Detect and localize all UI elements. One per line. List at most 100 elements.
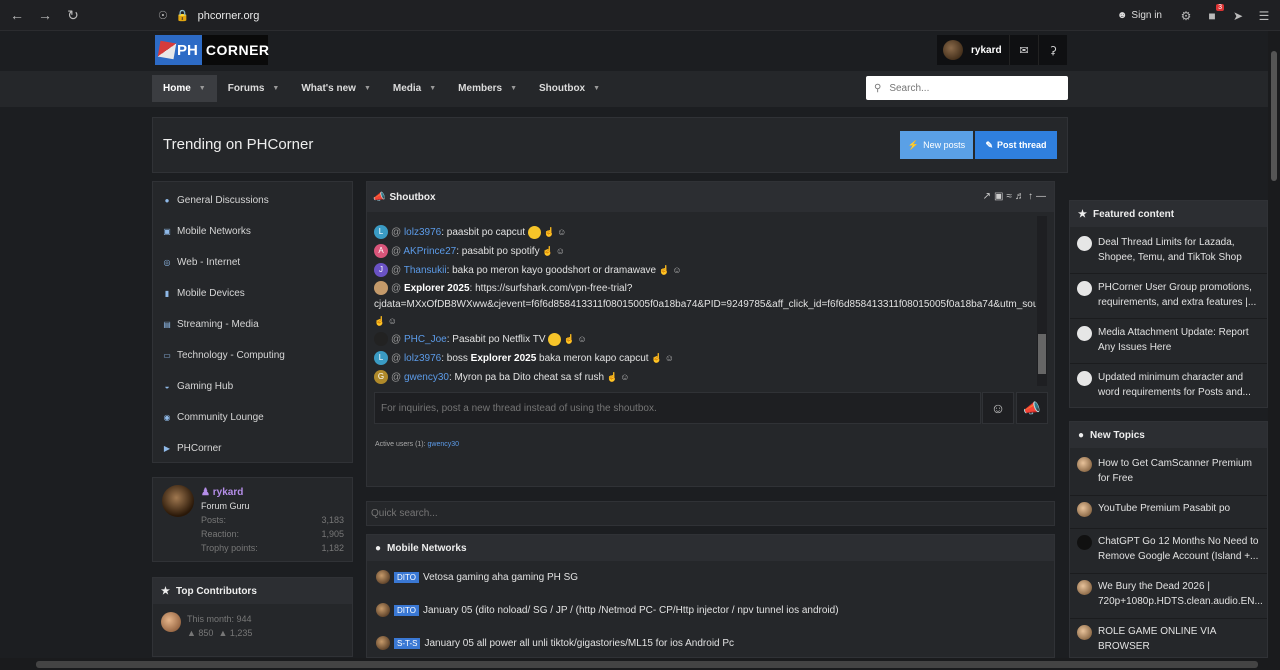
sign-in-button[interactable]: ☻ Sign in [1111,8,1168,23]
profile-name[interactable]: ♟ rykard [201,487,243,498]
new-posts-button[interactable]: ⚡ New posts [900,131,973,159]
featured-item[interactable]: Updated minimum character and word requi… [1077,370,1263,400]
search-box[interactable]: ⚲ [866,76,1068,100]
page-scrollbar-horizontal[interactable] [0,658,1280,670]
shout-username[interactable]: AKPrince27 [403,246,456,257]
avatar[interactable] [376,636,390,650]
thread-title[interactable]: January 05 all power all unli tiktok/gig… [424,638,734,649]
vpn-extension-icon[interactable]: ➤ [1230,8,1246,24]
avatar[interactable]: A [374,244,388,259]
category-item[interactable]: ▤ Streaming - Media [162,315,258,333]
thumbs-up-icon[interactable]: ☝ ☺ [540,246,565,256]
shoutbox-input-wrap[interactable] [374,392,981,424]
topic-item[interactable]: YouTube Premium Pasabit po [1077,501,1263,517]
thread-row[interactable]: DITO Vetosa gaming aha gaming PH SG [376,568,578,586]
thumbs-up-icon[interactable]: ☝ ☺ [561,334,587,344]
archive-icon[interactable]: ▣ [994,191,1003,202]
avatar[interactable]: J [374,263,388,278]
shout-username[interactable]: PHC_Joe [404,334,447,345]
thumbs-up-icon[interactable]: ☝ ☺ [604,372,630,382]
shout-button[interactable]: 📣 [1016,392,1048,424]
active-user-link[interactable]: gwency30 [428,441,460,448]
featured-item[interactable]: Media Attachment Update: Report Any Issu… [1077,325,1263,355]
shout-username[interactable]: lolz3976 [404,353,441,364]
chevron-down-icon[interactable]: ▼ [272,85,279,92]
chevron-down-icon[interactable]: ▼ [199,85,206,92]
thread-row[interactable]: S-T-S January 05 all power all unli tikto… [376,634,734,652]
contributor-row[interactable]: This month: 944 ▲ 850 ▲ 1,235 [161,612,252,640]
forward-icon[interactable]: → [34,4,56,26]
sound-icon[interactable]: ♬ [1015,191,1025,202]
scroll-thumb[interactable] [1271,51,1277,181]
page-scrollbar-vertical[interactable] [1268,31,1280,658]
category-item[interactable]: ▮ Mobile Devices [162,284,245,302]
thread-row[interactable]: DITO January 05 (dito noload/ SG / JP / (… [376,601,839,619]
shoutbox-scrollbar[interactable] [1037,216,1047,386]
chevron-down-icon[interactable]: ▼ [593,85,600,92]
scroll-thumb[interactable] [36,661,1258,668]
nav-item-forums[interactable]: Forums ▼ [217,75,291,102]
thread-prefix-badge[interactable]: S-T-S [394,637,421,649]
wifi-icon[interactable]: ≈ [1007,191,1013,202]
thread-title[interactable]: January 05 (dito noload/ SG / JP / (http… [423,605,839,616]
avatar[interactable] [162,485,194,517]
shout-mention[interactable]: Explorer 2025 [471,353,537,364]
avatar[interactable] [374,332,388,347]
category-item[interactable]: ◒ Gaming Hub [162,377,234,395]
chevron-down-icon[interactable]: ▼ [364,85,371,92]
category-item[interactable]: ▣ Mobile Networks [162,222,251,240]
shield-icon[interactable]: ☉ [158,9,168,22]
category-item[interactable]: ▶ PHCorner [162,439,222,457]
category-item[interactable]: ◉ Community Lounge [162,408,264,426]
account-menu[interactable]: rykard [937,35,1009,65]
quick-search[interactable] [366,501,1055,526]
post-thread-button[interactable]: ✎ Post thread [975,131,1057,159]
thumbs-up-icon[interactable]: ☝ ☺ [649,353,674,363]
collapse-icon[interactable]: — [1036,191,1046,202]
popout-icon[interactable]: ↗ [983,191,991,202]
bell-icon[interactable]: ⚳ [1038,35,1067,65]
shout-username[interactable]: gwency30 [404,372,449,383]
nav-item-media[interactable]: Media ▼ [382,75,447,102]
thumbs-up-icon[interactable]: ☝ ☺ [656,265,682,275]
nav-item-shoutbox[interactable]: Shoutbox ▼ [528,75,611,102]
thumbs-up-icon[interactable]: ☝ ☺ [374,316,397,326]
avatar[interactable] [374,281,388,296]
emoji-button[interactable]: ☺ [982,392,1014,424]
topic-item[interactable]: How to Get CamScanner Premium for Free [1077,456,1263,486]
nav-item-home[interactable]: Home ▼ [152,75,217,102]
inbox-icon[interactable]: ✉ [1009,35,1038,65]
menu-icon[interactable]: ☰ [1256,8,1272,24]
address-bar[interactable]: ☉ 🔒 phcorner.org [150,4,1043,27]
thread-prefix-badge[interactable]: DITO [394,604,419,616]
shout-username[interactable]: Thansukii [404,265,447,276]
back-icon[interactable]: ← [6,4,28,26]
avatar[interactable] [376,603,390,617]
nav-item-members[interactable]: Members ▼ [447,75,528,102]
featured-item[interactable]: Deal Thread Limits for Lazada, Shopee, T… [1077,235,1263,265]
topic-item[interactable]: ROLE GAME ONLINE VIA BROWSER [1077,624,1263,654]
scroll-thumb[interactable] [1038,334,1046,374]
shout-username[interactable]: lolz3976 [404,227,441,238]
category-item[interactable]: ◎ Web - Internet [162,253,241,271]
up-arrow-icon[interactable]: ↑ [1028,191,1033,202]
chevron-down-icon[interactable]: ▼ [429,85,436,92]
avatar[interactable]: L [374,351,388,366]
reload-icon[interactable]: ↻ [62,4,84,26]
quick-search-input[interactable] [371,508,1041,519]
avatar[interactable]: L [374,225,388,240]
avatar[interactable]: G [374,370,388,385]
search-input[interactable] [889,82,1050,94]
avatar[interactable] [376,570,390,584]
thread-prefix-badge[interactable]: DITO [394,571,419,583]
nav-item-what-s-new[interactable]: What's new ▼ [290,75,382,102]
topic-item[interactable]: ChatGPT Go 12 Months No Need to Remove G… [1077,534,1263,564]
site-logo[interactable]: PH CORNER [155,35,269,65]
category-item[interactable]: ● General Discussions [162,191,269,209]
shoutbox-input[interactable] [381,402,971,414]
extensions-icon[interactable]: ⚙ [1178,8,1194,24]
topic-item[interactable]: We Bury the Dead 2026 | 720p+1080p.HDTS.… [1077,579,1263,609]
chevron-down-icon[interactable]: ▼ [510,85,517,92]
thumbs-up-icon[interactable]: ☝ ☺ [541,227,566,237]
ublock-icon[interactable]: ■ 3 [1204,3,1224,24]
